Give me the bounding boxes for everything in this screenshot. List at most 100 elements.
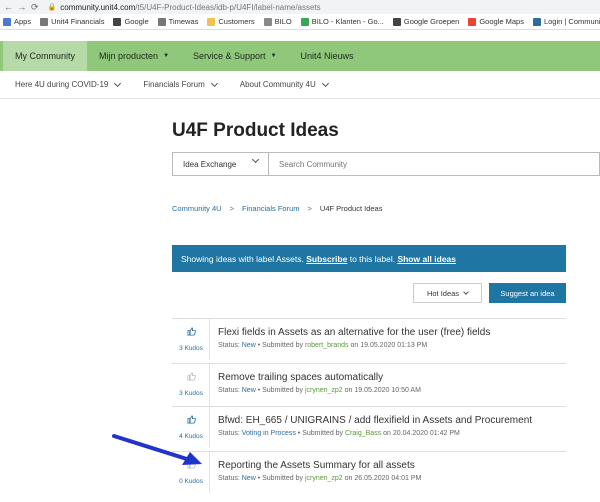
bookmark-label: Google	[124, 17, 149, 26]
bookmark-item[interactable]: Customers	[207, 17, 255, 26]
idea-meta: Status: New • Submitted by robert_brands…	[218, 342, 490, 349]
nav-unit4-nieuws[interactable]: Unit4 Nieuws	[289, 41, 366, 71]
idea-title-link[interactable]: Flexi fields in Assets as an alternative…	[218, 327, 490, 338]
caret-down-icon: ▼	[270, 53, 277, 59]
suggest-idea-button[interactable]: Suggest an idea	[489, 283, 566, 303]
bookmark-label: Google Maps	[479, 17, 524, 26]
bookmark-label: Google Groepen	[403, 17, 460, 26]
subnav-about[interactable]: About Community 4U	[225, 79, 336, 89]
bookmark-item[interactable]: BILO	[263, 17, 292, 26]
bookmark-label: Customers	[218, 17, 255, 26]
bookmark-item[interactable]: Google Maps	[468, 17, 524, 26]
idea-title-link[interactable]: Remove trailing spaces automatically	[218, 372, 421, 383]
banner-text: Showing ideas with label Assets.	[181, 253, 304, 264]
bookmark-favicon-icon	[40, 17, 49, 26]
status-label: Status:	[218, 342, 240, 349]
search-input[interactable]	[269, 153, 569, 175]
sort-label: Hot Ideas	[426, 288, 460, 298]
author-link[interactable]: robert_brands	[305, 342, 349, 349]
author-link[interactable]: Craig_Bass	[345, 430, 381, 437]
bookmark-favicon-icon	[207, 17, 216, 26]
bookmark-item[interactable]: BILO - Klanten - Go...	[300, 17, 384, 26]
idea-row: 3 Kudos Flexi fields in Assets as an alte…	[172, 318, 566, 360]
browser-address-bar[interactable]: ← → ⟳ 🔒 community.unit4.com /t5/U4F-Prod…	[0, 0, 600, 14]
chevron-down-icon	[114, 79, 122, 87]
bookmark-favicon-icon	[157, 17, 166, 26]
label-filter-banner: Showing ideas with label Assets. Subscri…	[172, 245, 566, 272]
show-all-ideas-link[interactable]: Show all ideas	[397, 254, 456, 264]
kudo-box[interactable]: 3 Kudos	[172, 364, 210, 405]
main-nav: My Community Mijn producten ▼ Service & S…	[0, 41, 600, 71]
author-link[interactable]: jcrynen_zp2	[305, 387, 343, 394]
subnav-label: About Community 4U	[239, 80, 316, 89]
nav-label: Mijn producten	[99, 51, 159, 61]
bookmarks-bar: Apps Unit4 Financials Google Timewas Custome…	[0, 14, 600, 30]
submitted-by-text: • Submitted by	[257, 387, 303, 394]
status-badge[interactable]: New	[242, 475, 256, 482]
subnav-financials-forum[interactable]: Financials Forum	[128, 79, 224, 89]
idea-meta: Status: New • Submitted by jcrynen_zp2 o…	[218, 387, 421, 394]
suggest-label: Suggest an idea	[500, 288, 555, 298]
status-label: Status:	[218, 430, 240, 437]
status-badge[interactable]: New	[242, 342, 256, 349]
breadcrumb-separator-icon: >	[307, 204, 312, 213]
bookmark-item[interactable]: Google	[113, 17, 149, 26]
status-badge[interactable]: Voting in Process	[242, 430, 296, 437]
bookmark-favicon-icon	[392, 17, 401, 26]
page-title: U4F Product Ideas	[172, 120, 339, 141]
idea-meta: Status: New • Submitted by jcrynen_zp2 o…	[218, 475, 421, 482]
subnav-label: Here 4U during COVID-19	[15, 80, 109, 89]
submitted-date: on 19.05.2020 01:13 PM	[350, 342, 428, 349]
back-forward-reload-icons[interactable]: ← → ⟳	[4, 2, 40, 13]
bookmark-item[interactable]: Unit4 Financials	[40, 17, 104, 26]
breadcrumb-financials-forum[interactable]: Financials Forum	[242, 204, 300, 213]
chevron-down-icon	[321, 79, 329, 87]
nav-mijn-producten[interactable]: Mijn producten ▼	[87, 41, 181, 71]
breadcrumb: Community 4U > Financials Forum > U4F Pr…	[172, 204, 382, 213]
idea-content: Bfwd: EH_665 / UNIGRAINS / add flexifiel…	[218, 415, 532, 437]
kudo-box[interactable]: 3 Kudos	[172, 319, 210, 360]
sort-dropdown-button[interactable]: Hot Ideas	[413, 283, 482, 303]
bookmark-favicon-icon	[532, 17, 541, 26]
search-bar: Idea Exchange	[172, 152, 600, 176]
annotation-arrow-icon	[112, 434, 202, 465]
thumbs-up-icon[interactable]	[187, 415, 196, 424]
search-scope-select[interactable]: Idea Exchange	[173, 153, 269, 175]
subnav-covid[interactable]: Here 4U during COVID-19	[0, 79, 128, 89]
idea-row: 4 Kudos Bfwd: EH_665 / UNIGRAINS / add fl…	[172, 406, 566, 448]
kudos-count: 3 Kudos	[179, 345, 203, 352]
bookmark-favicon-icon	[113, 17, 122, 26]
bookmark-item[interactable]: Apps	[3, 17, 31, 26]
sub-nav: Here 4U during COVID-19 Financials Forum…	[0, 71, 600, 99]
status-label: Status:	[218, 387, 240, 394]
bookmark-favicon-icon	[468, 17, 477, 26]
bookmark-label: BILO	[274, 17, 292, 26]
status-badge[interactable]: New	[242, 387, 256, 394]
idea-title-link[interactable]: Reporting the Assets Summary for all ass…	[218, 460, 421, 471]
bookmark-label: Login | Community...	[543, 17, 600, 26]
chevron-down-icon	[463, 289, 469, 295]
breadcrumb-community[interactable]: Community 4U	[172, 204, 222, 213]
url-host: community.unit4.com	[60, 2, 136, 12]
kudos-count: 3 Kudos	[179, 390, 203, 397]
submitted-by-text: • Submitted by	[257, 342, 303, 349]
bookmark-favicon-icon	[263, 17, 272, 26]
bookmark-item[interactable]: Timewas	[157, 17, 198, 26]
subnav-label: Financials Forum	[143, 80, 205, 89]
nav-service-support[interactable]: Service & Support ▼	[181, 41, 289, 71]
thumbs-up-icon[interactable]	[187, 372, 196, 381]
thumbs-up-icon[interactable]	[187, 327, 196, 336]
bookmark-item[interactable]: Login | Community...	[532, 17, 600, 26]
bookmark-item[interactable]: Google Groepen	[392, 17, 460, 26]
status-label: Status:	[218, 475, 240, 482]
idea-content: Reporting the Assets Summary for all ass…	[218, 460, 421, 482]
subscribe-link[interactable]: Subscribe	[306, 254, 347, 264]
bookmark-label: Unit4 Financials	[51, 17, 105, 26]
nav-my-community[interactable]: My Community	[3, 41, 88, 71]
bookmark-favicon-icon	[300, 17, 309, 26]
idea-row: 0 Kudos Reporting the Assets Summary for …	[172, 451, 566, 493]
nav-label: Unit4 Nieuws	[300, 51, 354, 61]
author-link[interactable]: jcrynen_zp2	[305, 475, 343, 482]
search-scope-label: Idea Exchange	[183, 159, 237, 169]
idea-title-link[interactable]: Bfwd: EH_665 / UNIGRAINS / add flexifiel…	[218, 415, 532, 426]
